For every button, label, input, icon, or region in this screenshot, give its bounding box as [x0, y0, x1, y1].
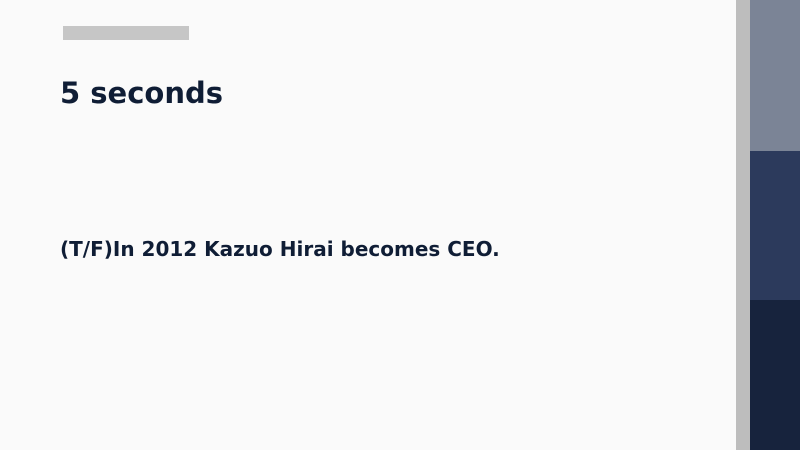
side-divider-stripe [736, 0, 750, 450]
side-color-block-top [750, 0, 800, 151]
slide-title: 5 seconds [60, 76, 223, 110]
side-color-block-middle [750, 151, 800, 300]
side-color-block-bottom [750, 300, 800, 450]
title-accent-bar [63, 26, 189, 40]
slide-question: (T/F)In 2012 Kazuo Hirai becomes CEO. [60, 237, 500, 261]
slide: 5 seconds (T/F)In 2012 Kazuo Hirai becom… [0, 0, 800, 450]
